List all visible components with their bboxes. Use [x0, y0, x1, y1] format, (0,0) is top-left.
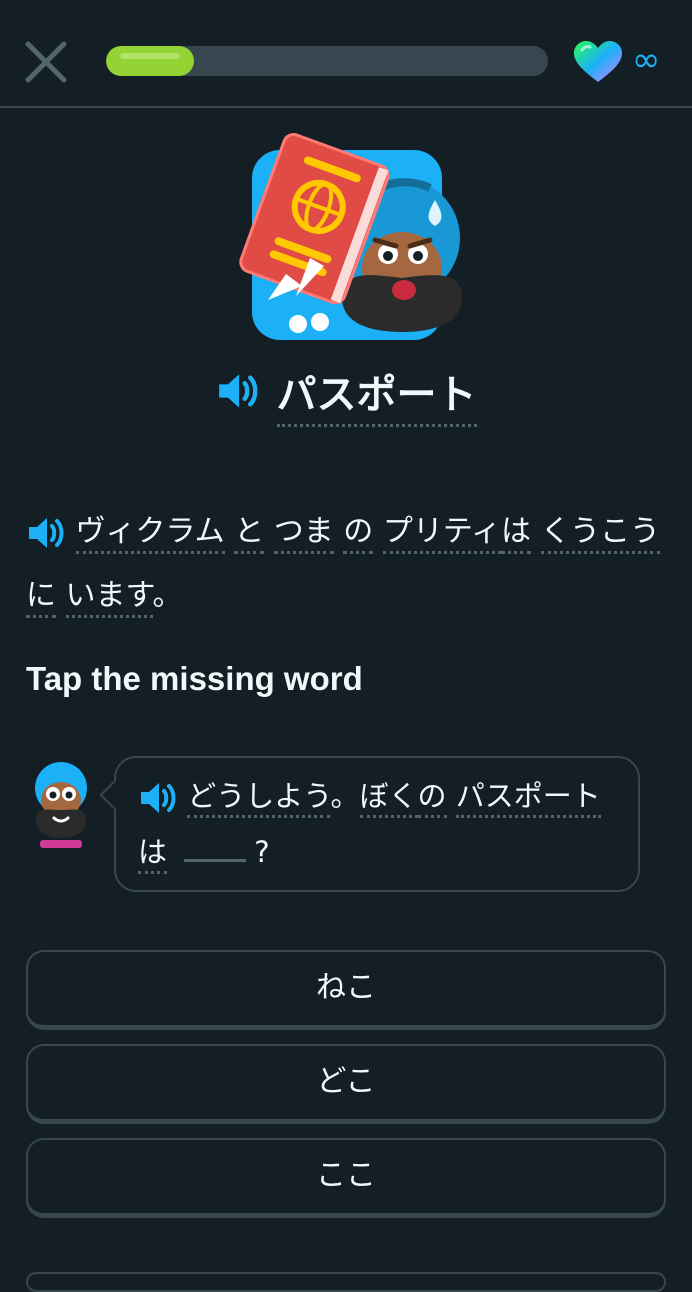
dialog-token[interactable]: の — [417, 779, 447, 818]
sentence-token[interactable]: くうこう — [540, 514, 660, 554]
dialog-token[interactable]: どうしよう — [187, 779, 331, 818]
dialog-token[interactable]: ぼく — [359, 779, 418, 818]
top-bar: ∞ — [0, 0, 692, 108]
dialog-token[interactable]: パスポート — [455, 779, 601, 818]
answer-blank — [184, 833, 247, 862]
sentence-token[interactable]: は — [501, 514, 532, 554]
next-button-edge — [26, 1272, 666, 1292]
sentence-token[interactable]: います — [65, 578, 153, 618]
context-sentence: ヴィクラム と つま の プリティは くうこう に います。 — [26, 500, 666, 628]
sentence-token[interactable]: に — [26, 578, 56, 618]
choice-button[interactable]: どこ — [26, 1044, 666, 1124]
dialog-punct: 。 — [330, 779, 360, 813]
dialog-line: どうしよう。ぼくの パスポートは ? — [138, 768, 628, 880]
question-mark: ? — [254, 835, 270, 869]
vocab-title: パスポート — [0, 362, 692, 427]
choice-button[interactable]: ここ — [26, 1138, 666, 1218]
sentence-token[interactable]: と — [234, 514, 265, 554]
dialog-token[interactable]: は — [138, 835, 168, 874]
sentence-token[interactable]: つま — [273, 514, 334, 554]
lesson-progress-fill — [106, 46, 195, 76]
close-icon[interactable] — [24, 40, 68, 84]
lesson-progress-bar — [106, 46, 548, 76]
sentence-token[interactable]: の — [343, 514, 374, 554]
speaker-icon[interactable] — [215, 371, 261, 411]
speaker-icon[interactable] — [26, 515, 66, 551]
sentence-token[interactable]: ヴィクラム — [75, 514, 225, 554]
character-avatar — [35, 762, 87, 848]
instruction-heading: Tap the missing word — [26, 660, 363, 697]
passport-illustration — [239, 133, 462, 340]
choice-button[interactable]: ねこ — [26, 950, 666, 1030]
infinity-icon: ∞ — [632, 40, 661, 80]
sentence-punct: 。 — [152, 578, 183, 613]
speech-bubble: どうしよう。ぼくの パスポートは ? — [99, 756, 640, 892]
sentence-token[interactable]: プリティ — [382, 514, 502, 554]
heart-icon[interactable] — [572, 40, 624, 84]
vocab-word[interactable]: パスポート — [276, 372, 477, 427]
speaker-icon[interactable] — [138, 780, 178, 816]
